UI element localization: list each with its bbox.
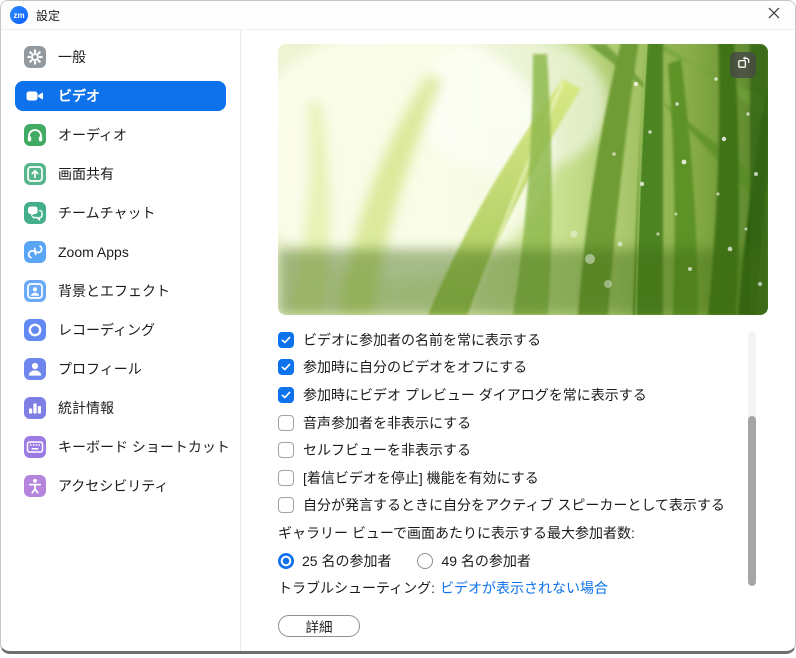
keyboard-icon: [24, 436, 46, 458]
headset-icon: [24, 124, 46, 146]
sidebar-item-label: Zoom Apps: [58, 244, 129, 260]
checkbox[interactable]: [278, 332, 294, 348]
sidebar-item-keyboard-shortcuts[interactable]: キーボード ショートカット: [15, 432, 226, 462]
checkbox-always-display-names[interactable]: ビデオに参加者の名前を常に表示する: [278, 326, 795, 354]
checkbox[interactable]: [278, 415, 294, 431]
sidebar-item-label: チームチャット: [58, 203, 155, 223]
sidebar-item-label: プロフィール: [58, 359, 142, 379]
settings-sidebar: 一般 ビデオ オーディオ 画面共有: [1, 30, 241, 653]
sidebar-item-label: ビデオ: [58, 86, 100, 106]
checkbox[interactable]: [278, 359, 294, 375]
radio-button[interactable]: [278, 553, 294, 569]
gallery-view-max-participants-label: ギャラリー ビューで画面あたりに表示する最大参加者数:: [278, 519, 795, 547]
video-settings-panel: ビデオに参加者の名前を常に表示する 参加時に自分のビデオをオフにする 参加時にビ…: [241, 30, 795, 653]
checkbox[interactable]: [278, 470, 294, 486]
checkbox-spotlight-when-speaking[interactable]: 自分が発言するときに自分をアクティブ スピーカーとして表示する: [278, 492, 795, 520]
chat-icon: [24, 202, 46, 224]
checkbox-label: 参加時にビデオ プレビュー ダイアログを常に表示する: [303, 385, 647, 405]
checkbox-label: 参加時に自分のビデオをオフにする: [303, 357, 527, 377]
stats-icon: [24, 397, 46, 419]
sidebar-item-label: アクセシビリティ: [58, 476, 168, 496]
checkbox-turn-off-video-on-join[interactable]: 参加時に自分のビデオをオフにする: [278, 354, 795, 382]
sidebar-item-label: 統計情報: [58, 398, 114, 418]
profile-icon: [24, 358, 46, 380]
sidebar-item-label: キーボード ショートカット: [58, 437, 230, 457]
sidebar-item-recording[interactable]: レコーディング: [15, 315, 226, 345]
radio-button[interactable]: [417, 553, 433, 569]
rotate-preview-button[interactable]: [730, 52, 756, 78]
checkbox[interactable]: [278, 497, 294, 513]
record-icon: [24, 319, 46, 341]
rotate-90-icon: [736, 55, 751, 75]
sidebar-item-profile[interactable]: プロフィール: [15, 354, 226, 384]
checkbox-label: 自分が発言するときに自分をアクティブ スピーカーとして表示する: [303, 495, 725, 515]
sidebar-item-statistics[interactable]: 統計情報: [15, 393, 226, 423]
sidebar-item-label: 一般: [58, 47, 86, 67]
checkbox[interactable]: [278, 442, 294, 458]
radio-label: 49 名の参加者: [441, 551, 530, 571]
troubleshooting-row: トラブルシューティング: ビデオが表示されない場合: [278, 574, 795, 602]
sidebar-item-zoom-apps[interactable]: Zoom Apps: [15, 237, 226, 267]
checkbox-label: ビデオに参加者の名前を常に表示する: [303, 330, 541, 350]
checkbox-label: [着信ビデオを停止] 機能を有効にする: [303, 468, 539, 488]
close-button[interactable]: [753, 1, 795, 29]
checkbox-enable-stop-incoming-video[interactable]: [着信ビデオを停止] 機能を有効にする: [278, 464, 795, 492]
sidebar-item-label: レコーディング: [58, 320, 155, 340]
grass-preview-image: [278, 44, 768, 315]
camera-preview: [278, 44, 768, 315]
accessibility-icon: [24, 475, 46, 497]
gallery-view-radio-group: 25 名の参加者 49 名の参加者: [278, 547, 795, 575]
advanced-button[interactable]: 詳細: [278, 615, 360, 637]
sidebar-item-team-chat[interactable]: チームチャット: [15, 198, 226, 228]
checkbox-hide-self-view[interactable]: セルフビューを非表示する: [278, 436, 795, 464]
background-effects-icon: [24, 280, 46, 302]
zoom-apps-icon: [24, 241, 46, 263]
radio-label: 25 名の参加者: [302, 551, 391, 571]
scrollbar-thumb[interactable]: [748, 416, 756, 586]
radio-49-participants[interactable]: 49 名の参加者: [417, 551, 530, 571]
settings-window: zm 設定 一般 ビデオ: [0, 0, 796, 654]
title-bar: zm 設定: [1, 1, 795, 30]
screen-share-icon: [24, 163, 46, 185]
sidebar-item-video[interactable]: ビデオ: [15, 81, 226, 111]
radio-25-participants[interactable]: 25 名の参加者: [278, 551, 391, 571]
checkbox-always-show-preview-dialog[interactable]: 参加時にビデオ プレビュー ダイアログを常に表示する: [278, 381, 795, 409]
sidebar-item-general[interactable]: 一般: [15, 42, 226, 72]
sidebar-item-screen-share[interactable]: 画面共有: [15, 159, 226, 189]
sidebar-item-label: 画面共有: [58, 164, 114, 184]
checkbox-label: 音声参加者を非表示にする: [303, 413, 471, 433]
video-camera-icon: [24, 85, 46, 107]
gear-icon: [24, 46, 46, 68]
video-options: ビデオに参加者の名前を常に表示する 参加時に自分のビデオをオフにする 参加時にビ…: [278, 326, 795, 637]
sidebar-item-background-effects[interactable]: 背景とエフェクト: [15, 276, 226, 306]
sidebar-item-label: 背景とエフェクト: [58, 281, 170, 301]
video-not-showing-link[interactable]: ビデオが表示されない場合: [440, 578, 608, 598]
close-icon: [768, 6, 780, 24]
sidebar-item-label: オーディオ: [58, 125, 127, 145]
sidebar-item-accessibility[interactable]: アクセシビリティ: [15, 471, 226, 501]
checkbox-label: セルフビューを非表示する: [303, 440, 471, 460]
troubleshooting-label: トラブルシューティング:: [278, 578, 435, 598]
sidebar-item-audio[interactable]: オーディオ: [15, 120, 226, 150]
zoom-app-icon: zm: [10, 6, 28, 24]
checkbox[interactable]: [278, 387, 294, 403]
window-title: 設定: [36, 7, 60, 24]
checkbox-hide-non-video-participants[interactable]: 音声参加者を非表示にする: [278, 409, 795, 437]
